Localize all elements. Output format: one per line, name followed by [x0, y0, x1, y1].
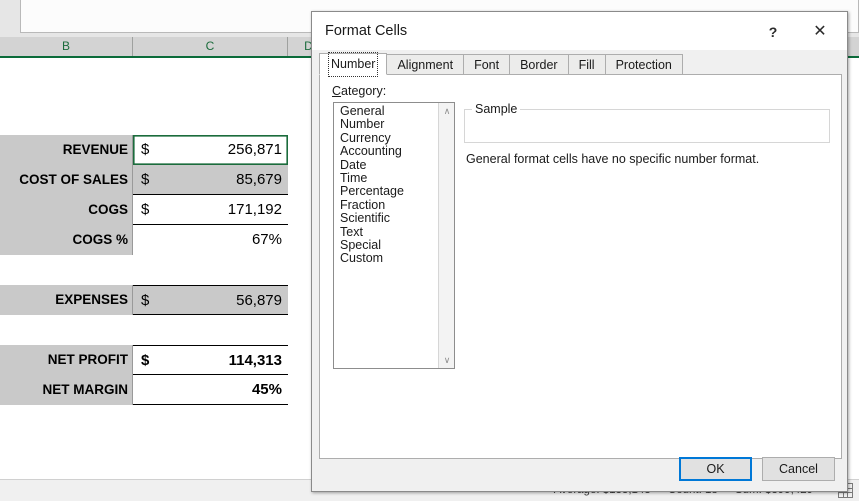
cell-net-margin-value[interactable]: 45% — [133, 375, 288, 405]
row-label-revenue[interactable]: REVENUE — [0, 135, 133, 165]
list-item[interactable]: Custom — [334, 252, 437, 266]
list-item[interactable]: Special — [334, 238, 437, 252]
row-label-cogs-percent[interactable]: COGS % — [0, 225, 133, 255]
list-item[interactable]: Number — [334, 117, 437, 131]
cell-net-profit-value[interactable]: $ 114,313 — [133, 345, 288, 375]
row-label-net-margin[interactable]: NET MARGIN — [0, 375, 133, 405]
tab-alignment[interactable]: Alignment — [386, 54, 465, 75]
dialog-title: Format Cells — [325, 23, 408, 39]
tab-fill[interactable]: Fill — [567, 54, 606, 75]
list-item[interactable]: Currency — [334, 131, 437, 145]
format-cells-dialog: Format Cells ? ✕ Number Alignment Font B… — [311, 11, 848, 492]
category-listbox[interactable]: General Number Currency Accounting Date … — [333, 102, 455, 369]
tab-number[interactable]: Number — [319, 52, 388, 77]
sample-description: General format cells have no specific nu… — [466, 152, 760, 166]
sample-legend: Sample — [472, 102, 521, 116]
tab-font[interactable]: Font — [463, 54, 511, 75]
currency-symbol: $ — [141, 292, 150, 309]
tab-number-label: Number — [327, 52, 379, 77]
number-tab-panel: Category: General Number Currency Accoun… — [319, 74, 842, 459]
category-label-mnemonic: C — [332, 84, 342, 98]
category-scrollbar[interactable]: ∧ ∨ — [438, 103, 454, 368]
scroll-down-icon[interactable]: ∨ — [439, 352, 454, 368]
cell-number: 45% — [251, 381, 282, 398]
dialog-footer-buttons: OK Cancel — [679, 457, 835, 481]
list-item[interactable]: Time — [334, 171, 437, 185]
dialog-body: Number Alignment Font Border Fill Protec… — [319, 52, 842, 459]
list-item[interactable]: General — [334, 104, 437, 118]
currency-symbol: $ — [141, 352, 150, 369]
tab-protection[interactable]: Protection — [604, 54, 683, 75]
currency-symbol: $ — [141, 201, 150, 218]
list-item[interactable]: Date — [334, 158, 437, 172]
cancel-button[interactable]: Cancel — [762, 457, 835, 481]
dialog-title-bar[interactable]: Format Cells ? ✕ — [312, 12, 847, 50]
column-header-c[interactable]: C — [133, 37, 288, 56]
column-header-b[interactable]: B — [0, 37, 133, 56]
cell-number: 256,871 — [227, 141, 282, 158]
help-icon[interactable]: ? — [761, 21, 785, 43]
scroll-up-icon[interactable]: ∧ — [439, 103, 454, 119]
excel-window: B C D E REVENUE $ 256,871 COST OF SALES … — [0, 0, 859, 501]
list-item[interactable]: Scientific — [334, 211, 437, 225]
currency-symbol: $ — [141, 171, 150, 188]
row-label-cogs[interactable]: COGS — [0, 195, 133, 225]
dialog-tab-strip: Number Alignment Font Border Fill Protec… — [319, 52, 683, 77]
tab-protection-label: Protection — [615, 58, 672, 72]
cell-number: 114,313 — [228, 352, 282, 369]
ok-button[interactable]: OK — [679, 457, 752, 481]
tab-border-label: Border — [520, 58, 558, 72]
list-item[interactable]: Accounting — [334, 144, 437, 158]
list-item[interactable]: Percentage — [334, 185, 437, 199]
cell-number: 67% — [251, 231, 282, 248]
cell-expenses-value[interactable]: $ 56,879 — [133, 285, 288, 315]
cell-number: 85,679 — [236, 171, 282, 188]
tab-alignment-label: Alignment — [397, 58, 454, 72]
currency-symbol: $ — [141, 141, 150, 158]
row-label-cost-of-sales[interactable]: COST OF SALES — [0, 165, 133, 195]
list-item[interactable]: Fraction — [334, 198, 437, 212]
tab-font-label: Font — [474, 58, 500, 72]
category-label: Category: — [332, 84, 386, 98]
cell-cost-of-sales-value[interactable]: $ 85,679 — [133, 165, 288, 195]
row-label-expenses[interactable]: EXPENSES — [0, 285, 133, 315]
close-icon[interactable]: ✕ — [805, 21, 835, 43]
cell-number: 56,879 — [236, 292, 282, 309]
cell-revenue-value[interactable]: $ 256,871 — [133, 135, 288, 165]
cell-cogs-percent-value[interactable]: 67% — [133, 225, 288, 255]
tab-fill-label: Fill — [578, 58, 595, 72]
cell-cogs-value[interactable]: $ 171,192 — [133, 195, 288, 225]
tab-border[interactable]: Border — [509, 54, 569, 75]
cell-number: 171,192 — [227, 201, 282, 218]
category-list-items: General Number Currency Accounting Date … — [334, 104, 437, 266]
row-label-net-profit[interactable]: NET PROFIT — [0, 345, 133, 375]
list-item[interactable]: Text — [334, 225, 437, 239]
category-label-rest: ategory: — [341, 84, 387, 98]
